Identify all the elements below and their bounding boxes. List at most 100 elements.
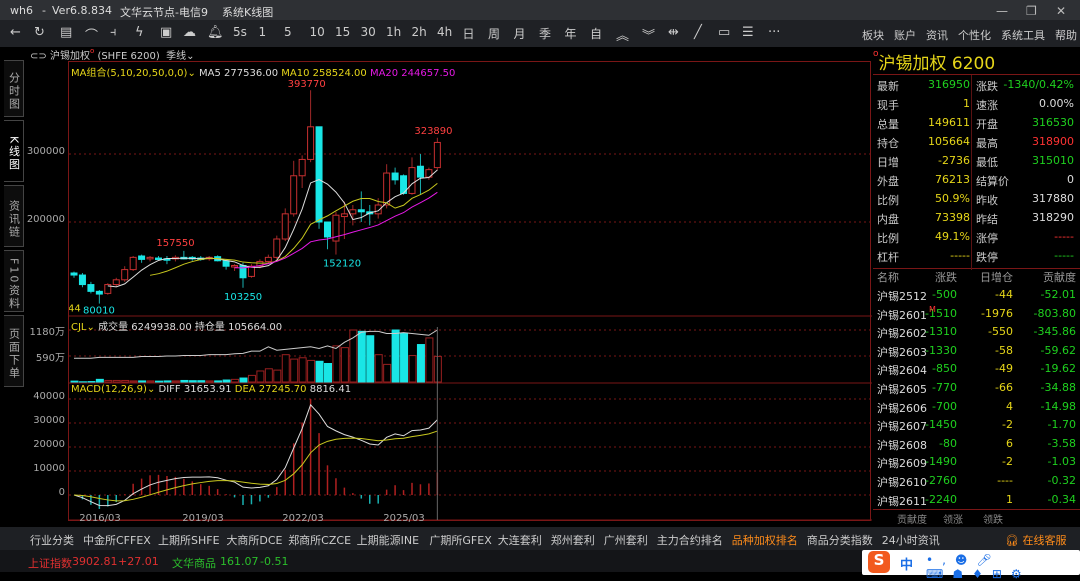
period-3[interactable]: 10	[310, 25, 325, 39]
table-row[interactable]: 沪锡2601-1510-1976-803.80M	[873, 305, 1080, 323]
quote-label: 涨停	[976, 230, 998, 246]
period-10[interactable]: 周	[488, 25, 500, 42]
period-11[interactable]: 月	[514, 25, 526, 42]
kline-svg[interactable]: 3937703238901575501032501521208001044	[69, 62, 872, 522]
scroll-down-icon[interactable]: ︾	[642, 25, 655, 44]
chevron-down-icon[interactable]: ⌄	[87, 322, 95, 333]
table-row[interactable]: 沪锡2611-22401-0.34	[873, 491, 1080, 509]
macd-tick: 30000	[5, 415, 65, 426]
macd-selector[interactable]: MACD(12,26,9)	[71, 384, 147, 395]
minimize-button[interactable]: —	[996, 4, 1008, 18]
period-1[interactable]: 1	[259, 25, 267, 39]
menu-3[interactable]: 个性化	[958, 27, 991, 43]
chevron-down-icon[interactable]: ⌄	[187, 68, 195, 79]
column-header[interactable]: 涨跌	[935, 269, 957, 285]
flash-icon[interactable]: ϟ	[135, 25, 144, 40]
period-6[interactable]: 1h	[386, 25, 401, 39]
period-4[interactable]: 15	[335, 25, 350, 39]
table-row[interactable]: 沪锡2605-770-66-34.88	[873, 379, 1080, 397]
menu-5[interactable]: 帮助	[1055, 27, 1077, 43]
table-row[interactable]: 沪锡2602-1310-550-345.86	[873, 323, 1080, 341]
ime-mode[interactable]: 中	[900, 554, 913, 573]
price-annotation: 393770	[288, 79, 326, 90]
table-row[interactable]: 沪锡2607-1450-2-1.70	[873, 416, 1080, 434]
table-row[interactable]: 沪锡2604-850-49-19.62	[873, 360, 1080, 378]
quote-label: 跌停	[976, 249, 998, 265]
line-chart-icon[interactable]: ⌒	[85, 25, 98, 44]
ime-tool-icons[interactable]: •,☻🎤︎⌨☗♦⊞⚙	[926, 553, 1080, 581]
open-interest-line	[74, 330, 437, 358]
bottom-tab-8[interactable]: 郑州套利	[551, 532, 595, 548]
bottom-tab-4[interactable]: 郑商所CZCE	[288, 532, 351, 548]
volume-selector[interactable]: CJL	[71, 322, 87, 333]
notes-icon[interactable]: ☰	[742, 25, 754, 40]
bottom-tab-10[interactable]: 主力合约排名	[657, 532, 723, 548]
period-12[interactable]: 季	[539, 25, 551, 42]
contrib-tab-1[interactable]: 领涨	[943, 511, 963, 526]
table-row[interactable]: 沪锡2610-2760-----0.32	[873, 472, 1080, 490]
sogou-logo-icon[interactable]: S	[868, 551, 890, 573]
period-8[interactable]: 4h	[437, 25, 452, 39]
chart-area[interactable]: 3937703238901575501032501521208001044 MA…	[68, 61, 871, 521]
bottom-tab-0[interactable]: 行业分类	[30, 532, 74, 548]
period-13[interactable]: 年	[565, 25, 577, 42]
table-icon[interactable]: ▤	[60, 25, 72, 40]
period-5[interactable]: 30	[361, 25, 376, 39]
link-icon[interactable]: ⊂⊃	[30, 51, 47, 62]
ma-selector[interactable]: MA组合(5,10,20,50,0,0)	[71, 68, 187, 79]
bottom-tab-2[interactable]: 上期所SHFE	[158, 532, 220, 548]
table-row[interactable]: 沪锡2608-806-3.58	[873, 435, 1080, 453]
left-tab-3[interactable]: F10资料	[4, 250, 24, 312]
column-header[interactable]: 日增仓	[980, 269, 1013, 285]
column-header[interactable]: 名称	[877, 269, 899, 285]
bottom-tab-9[interactable]: 广州套利	[604, 532, 648, 548]
bottom-tab-7[interactable]: 大连套利	[498, 532, 542, 548]
draw-line-icon[interactable]: ╱	[694, 25, 702, 40]
menu-0[interactable]: 板块	[862, 27, 884, 43]
bell-icon[interactable]: 🔔︎	[207, 25, 224, 40]
refresh-icon[interactable]: ↻	[34, 25, 45, 40]
price-tick: 300000	[5, 146, 65, 157]
table-row[interactable]: 沪锡2606-7004-14.98	[873, 398, 1080, 416]
cloud-icon[interactable]: ☁	[183, 25, 196, 40]
candle-icon[interactable]: ⫞	[110, 25, 117, 40]
close-button[interactable]: ✕	[1056, 4, 1066, 18]
bottom-tab-5[interactable]: 上期能源INE	[357, 532, 419, 548]
bottom-tab-13[interactable]: 24小时资讯	[882, 532, 940, 548]
left-tab-0[interactable]: 分时图	[4, 60, 24, 117]
table-row[interactable]: 沪锡2603-1330-58-59.62	[873, 342, 1080, 360]
column-header[interactable]: 贡献度	[1043, 269, 1076, 285]
menu-4[interactable]: 系统工具	[1001, 27, 1045, 43]
menu-1[interactable]: 账户	[894, 27, 916, 43]
volume-bar	[122, 380, 129, 382]
maximize-button[interactable]: ❐	[1026, 4, 1037, 18]
menu-2[interactable]: 资讯	[926, 27, 948, 43]
bottom-tab-6[interactable]: 广期所GFEX	[429, 532, 491, 548]
bottom-tab-3[interactable]: 大商所DCE	[226, 532, 282, 548]
period-9[interactable]: 日	[463, 25, 475, 42]
period-2[interactable]: 5	[284, 25, 292, 39]
table-row[interactable]: 沪锡2609-1490-2-1.03	[873, 453, 1080, 471]
zoom-range-icon[interactable]: ⇹	[668, 25, 679, 40]
bottom-tab-12[interactable]: 商品分类指数	[807, 532, 873, 548]
rectangle-icon[interactable]: ▭	[718, 25, 730, 40]
back-icon[interactable]: ←	[10, 25, 21, 40]
table-row[interactable]: 沪锡2512-500-44-52.01	[873, 286, 1080, 304]
candle-body	[291, 176, 297, 214]
volume-bar	[198, 381, 205, 382]
scroll-up-icon[interactable]: ︽	[616, 25, 629, 44]
period-14[interactable]: 自	[590, 25, 602, 42]
ime-toolbar[interactable]: S 中 •,☻🎤︎⌨☗♦⊞⚙	[862, 550, 1080, 575]
cell: 沪锡2512	[877, 288, 927, 304]
period-0[interactable]: 5s	[233, 25, 247, 39]
board-icon[interactable]: ▣	[160, 25, 172, 40]
contrib-tab-2[interactable]: 领跌	[983, 511, 1003, 526]
chevron-down-icon[interactable]: ⌄	[147, 384, 155, 395]
period-7[interactable]: 2h	[412, 25, 427, 39]
more-icon[interactable]: ···	[768, 25, 780, 40]
bottom-tab-1[interactable]: 中金所CFFEX	[83, 532, 151, 548]
bottom-tab-11[interactable]: 品种加权排名	[732, 532, 798, 552]
online-service-button[interactable]: 🎧︎ 在线客服	[1005, 532, 1066, 548]
server-node: 文华云节点-电信9	[120, 4, 208, 20]
contrib-tab-0[interactable]: 贡献度	[897, 511, 927, 526]
